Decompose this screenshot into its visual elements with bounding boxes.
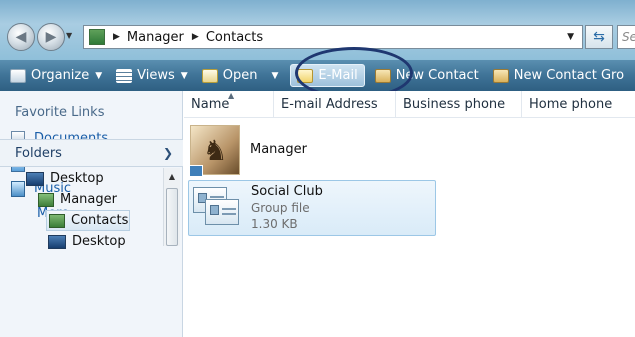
group-size: 1.30 KB [251,217,298,231]
tree-scrollbar[interactable]: ▲ [163,168,180,246]
group-item-social-club[interactable]: Social Club Group file 1.30 KB [188,180,436,236]
breadcrumb-separator-icon[interactable]: ▶ [192,32,199,42]
search-input[interactable]: Se [617,25,635,49]
column-home-phone[interactable]: Home phone [522,91,635,118]
organize-icon [10,68,26,83]
address-dropdown-icon[interactable]: ▼ [567,32,574,42]
refresh-button[interactable]: ⇆ [585,25,613,49]
group-type: Group file [251,201,310,215]
contacts-folder-icon [89,29,105,45]
column-name[interactable]: ▲ Name [184,91,274,118]
column-email-address[interactable]: E-mail Address [274,91,396,118]
tree-item-label: Desktop [50,171,104,186]
back-button[interactable]: ◀ [7,23,35,51]
favorite-links-header: Favorite Links [15,105,105,120]
desktop-icon [26,171,44,186]
column-label: Business phone [403,97,506,112]
contact-card-icon [205,199,239,225]
refresh-icon: ⇆ [593,29,605,45]
breadcrumb-manager[interactable]: Manager [127,30,184,45]
scroll-up-icon[interactable]: ▲ [164,168,180,185]
tree-item-label: Contacts [71,213,129,228]
column-business-phone[interactable]: Business phone [396,91,522,118]
column-label: Name [191,97,230,112]
open-button[interactable]: Open [201,68,258,83]
card-line [222,208,236,210]
open-icon [201,68,218,83]
sort-ascending-icon: ▲ [228,91,235,100]
forward-button[interactable]: ▶ [37,23,65,51]
user-folder-icon [38,192,54,207]
breadcrumb-separator-icon[interactable]: ▶ [113,32,120,42]
tree-item-manager[interactable]: Manager [0,189,163,210]
open-dropdown-icon[interactable]: ▼ [271,71,278,81]
organize-label: Organize [31,68,90,83]
card-photo-icon [210,205,219,215]
card-line [210,196,224,198]
folders-header[interactable]: Folders ❯ [0,139,183,167]
tree-item-desktop[interactable]: Desktop [0,168,163,189]
new-contact-group-icon [492,68,509,83]
chevron-down-icon: ▼ [180,70,188,81]
views-button[interactable]: Views ▼ [116,68,188,83]
open-label: Open [222,68,258,83]
card-line [222,213,236,215]
desktop-icon [48,234,66,249]
chevron-down-icon: ▼ [95,70,103,81]
views-icon [116,68,133,83]
chess-pieces-avatar-icon: ♞ [189,125,240,177]
tree-item-contacts[interactable]: Contacts [46,210,130,231]
organize-button[interactable]: Organize ▼ [10,68,102,83]
views-label: Views [137,68,175,83]
tree-item-desktop-sub[interactable]: Desktop [0,231,163,252]
folders-label: Folders [15,145,62,161]
address-bar-region: ◀ ▶ ▼ ▶ Manager ▶ Contacts ▼ ⇆ Se [0,0,635,60]
contact-item-manager[interactable]: ♞ Manager [189,125,307,177]
address-field[interactable]: ▶ Manager ▶ Contacts ▼ [83,25,583,49]
group-name: Social Club [251,184,323,199]
contacts-folder-icon [49,213,65,228]
contact-name: Manager [250,142,307,157]
new-contact-group-label: New Contact Gro [513,68,625,83]
breadcrumb-contacts[interactable]: Contacts [206,30,263,45]
new-contact-group-button[interactable]: New Contact Gro [492,68,625,83]
forward-arrow-icon: ▶ [45,29,57,45]
folder-tree: Desktop Manager Contacts Desktop [0,168,163,252]
group-details: Social Club Group file 1.30 KB [251,184,323,232]
back-arrow-icon: ◀ [15,29,27,45]
column-label: Home phone [529,97,613,112]
tree-item-label: Desktop [72,234,126,249]
column-headers: ▲ Name E-mail Address Business phone Hom… [184,91,635,118]
chevron-down-icon: ❯ [162,146,173,160]
tree-item-label: Manager [60,192,117,207]
recent-pages-dropdown-icon[interactable]: ▼ [66,31,72,40]
contact-group-icon [193,187,243,231]
scrollbar-thumb[interactable] [166,188,178,246]
contact-badge-icon [189,165,203,177]
column-label: E-mail Address [281,97,378,112]
